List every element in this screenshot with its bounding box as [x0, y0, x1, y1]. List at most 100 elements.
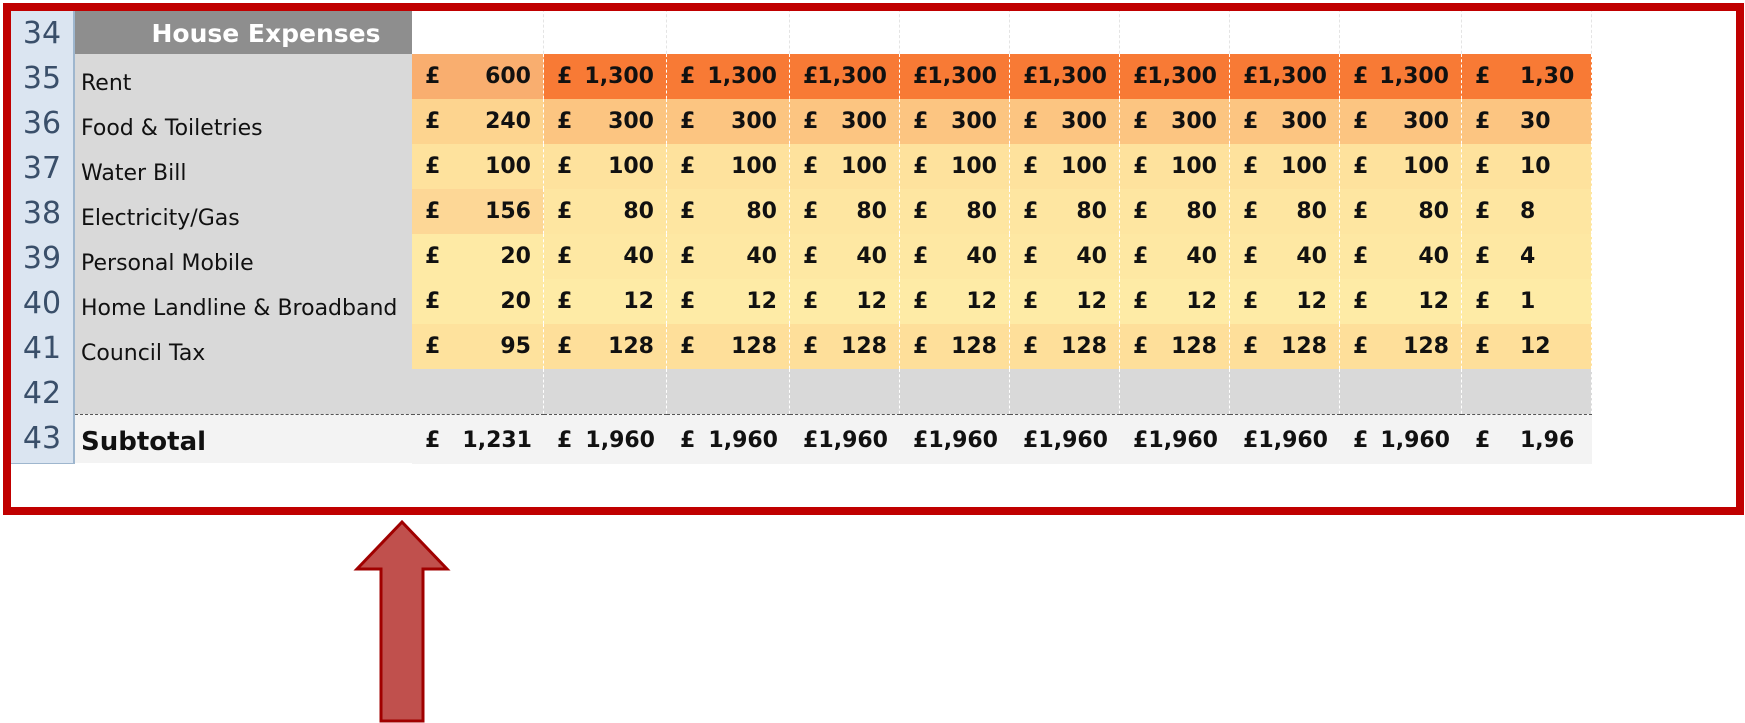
amount-cell[interactable]: £100	[1230, 144, 1340, 194]
row-label-cell[interactable]: Council Tax	[75, 324, 459, 374]
amount-cell[interactable]: £1,960	[544, 414, 667, 464]
amount-cell[interactable]: £80	[790, 189, 900, 239]
empty-cell[interactable]	[1340, 11, 1462, 59]
amount-cell[interactable]: £100	[1120, 144, 1230, 194]
empty-cell[interactable]	[900, 11, 1010, 59]
row-label-cell[interactable]: Electricity/Gas	[75, 189, 459, 239]
amount-cell[interactable]: £80	[544, 189, 667, 239]
amount-cell[interactable]: £20	[412, 279, 544, 329]
row-header-36[interactable]: 36	[11, 99, 75, 149]
row-header-41[interactable]: 41	[11, 324, 75, 374]
row-label-cell[interactable]: Water Bill	[75, 144, 459, 194]
amount-cell[interactable]: £128	[1340, 324, 1462, 374]
amount-cell[interactable]: £1	[1462, 279, 1592, 329]
amount-cell[interactable]: £12	[544, 279, 667, 329]
amount-cell[interactable]: £100	[900, 144, 1010, 194]
empty-cell[interactable]	[1120, 369, 1230, 419]
empty-cell[interactable]	[1230, 369, 1340, 419]
amount-cell[interactable]: £240	[412, 99, 544, 149]
row-label-cell[interactable]: Food & Toiletries	[75, 99, 459, 149]
amount-cell[interactable]: £40	[667, 234, 790, 284]
amount-cell[interactable]: £1,30	[1462, 54, 1592, 104]
amount-cell[interactable]: £600	[412, 54, 544, 104]
empty-cell[interactable]	[1462, 11, 1592, 59]
amount-cell[interactable]: £128	[1230, 324, 1340, 374]
empty-cell[interactable]	[544, 11, 667, 59]
amount-cell[interactable]: £1,960	[1230, 414, 1340, 464]
empty-cell[interactable]	[790, 369, 900, 419]
amount-cell[interactable]: £1,960	[1340, 414, 1462, 464]
amount-cell[interactable]: £30	[1462, 99, 1592, 149]
amount-cell[interactable]: £12	[1010, 279, 1120, 329]
amount-cell[interactable]: £128	[1010, 324, 1120, 374]
row-header-39[interactable]: 39	[11, 234, 75, 284]
amount-cell[interactable]: £95	[412, 324, 544, 374]
amount-cell[interactable]: £1,300	[667, 54, 790, 104]
row-label-cell[interactable]: Rent	[75, 54, 459, 104]
amount-cell[interactable]: £100	[667, 144, 790, 194]
amount-cell[interactable]: £8	[1462, 189, 1592, 239]
amount-cell[interactable]: £1,300	[790, 54, 900, 104]
amount-cell[interactable]: £300	[790, 99, 900, 149]
row-header-40[interactable]: 40	[11, 279, 75, 329]
empty-cell[interactable]	[1462, 369, 1592, 419]
amount-cell[interactable]: £128	[1120, 324, 1230, 374]
amount-cell[interactable]: £300	[1230, 99, 1340, 149]
empty-cell[interactable]	[544, 369, 667, 419]
empty-cell[interactable]	[1340, 369, 1462, 419]
amount-cell[interactable]: £300	[1010, 99, 1120, 149]
amount-cell[interactable]: £100	[1010, 144, 1120, 194]
amount-cell[interactable]: £40	[790, 234, 900, 284]
amount-cell[interactable]: £80	[1120, 189, 1230, 239]
amount-cell[interactable]: £1,300	[1230, 54, 1340, 104]
amount-cell[interactable]: £1,300	[1010, 54, 1120, 104]
amount-cell[interactable]: £300	[667, 99, 790, 149]
row-label-cell[interactable]	[75, 369, 459, 419]
amount-cell[interactable]: £40	[544, 234, 667, 284]
amount-cell[interactable]: £12	[1120, 279, 1230, 329]
amount-cell[interactable]: £100	[544, 144, 667, 194]
amount-cell[interactable]: £1,300	[1120, 54, 1230, 104]
empty-cell[interactable]	[667, 369, 790, 419]
row-header-38[interactable]: 38	[11, 189, 75, 239]
amount-cell[interactable]: £300	[1340, 99, 1462, 149]
amount-cell[interactable]: £40	[900, 234, 1010, 284]
amount-cell[interactable]: £40	[1120, 234, 1230, 284]
section-header-cell[interactable]: House Expenses	[75, 11, 459, 59]
row-header-35[interactable]: 35	[11, 54, 75, 104]
amount-cell[interactable]: £1,960	[790, 414, 900, 464]
row-label-cell[interactable]: Home Landline & Broadband	[75, 279, 459, 329]
amount-cell[interactable]: £156	[412, 189, 544, 239]
amount-cell[interactable]: £100	[790, 144, 900, 194]
amount-cell[interactable]: £128	[544, 324, 667, 374]
amount-cell[interactable]: £40	[1230, 234, 1340, 284]
amount-cell[interactable]: £80	[1230, 189, 1340, 239]
empty-cell[interactable]	[1120, 11, 1230, 59]
empty-cell[interactable]	[667, 11, 790, 59]
amount-cell[interactable]: £12	[790, 279, 900, 329]
empty-cell[interactable]	[1010, 369, 1120, 419]
amount-cell[interactable]: £128	[667, 324, 790, 374]
row-label-cell[interactable]: Subtotal	[75, 414, 459, 464]
amount-cell[interactable]: £300	[544, 99, 667, 149]
amount-cell[interactable]: £80	[1010, 189, 1120, 239]
amount-cell[interactable]: £128	[790, 324, 900, 374]
amount-cell[interactable]: £40	[1010, 234, 1120, 284]
empty-cell[interactable]	[1010, 11, 1120, 59]
amount-cell[interactable]: £128	[900, 324, 1010, 374]
amount-cell[interactable]: £1,231	[412, 414, 544, 464]
row-header-37[interactable]: 37	[11, 144, 75, 194]
amount-cell[interactable]: £1,960	[1010, 414, 1120, 464]
amount-cell[interactable]: £12	[667, 279, 790, 329]
amount-cell[interactable]: £12	[1340, 279, 1462, 329]
amount-cell[interactable]: £40	[1340, 234, 1462, 284]
amount-cell[interactable]: £1,960	[900, 414, 1010, 464]
amount-cell[interactable]: £1,300	[1340, 54, 1462, 104]
amount-cell[interactable]: £1,300	[900, 54, 1010, 104]
empty-cell[interactable]	[412, 369, 544, 419]
row-header-42[interactable]: 42	[11, 369, 75, 419]
amount-cell[interactable]: £12	[900, 279, 1010, 329]
empty-cell[interactable]	[412, 11, 544, 59]
amount-cell[interactable]: £1,96	[1462, 414, 1592, 464]
row-label-cell[interactable]: Personal Mobile	[75, 234, 459, 284]
